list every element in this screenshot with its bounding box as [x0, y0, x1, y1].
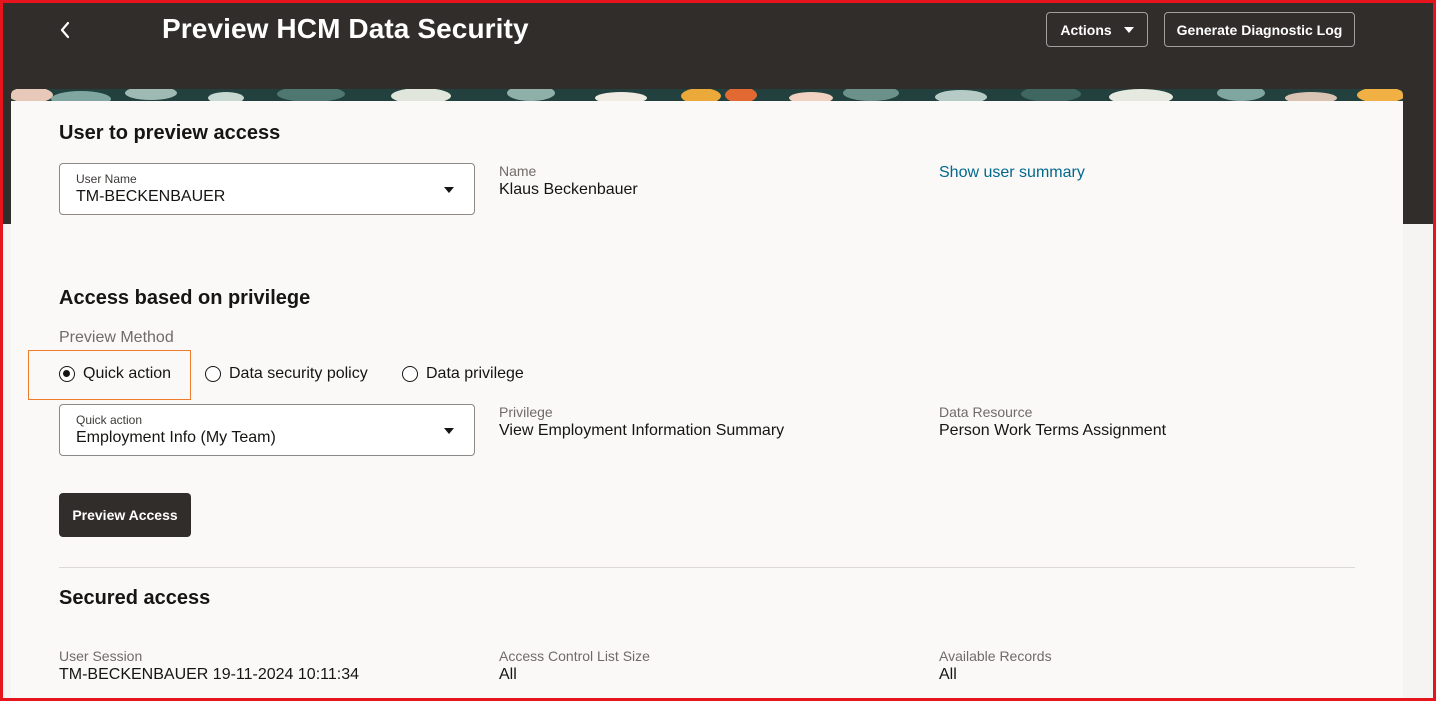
background-strip-right	[1403, 224, 1436, 701]
radio-unselected-icon	[402, 366, 418, 382]
caret-down-icon	[444, 428, 454, 434]
data-resource-value: Person Work Terms Assignment	[939, 422, 1167, 439]
section-title-user: User to preview access	[59, 122, 281, 144]
data-resource-label: Data Resource	[939, 404, 1033, 420]
preview-access-button[interactable]: Preview Access	[59, 493, 191, 537]
name-label: Name	[499, 163, 537, 179]
radio-quick-action-label: Quick action	[83, 365, 172, 382]
decorative-banner	[11, 89, 1403, 101]
radio-unselected-icon	[205, 366, 221, 382]
user-session-value: TM-BECKENBAUER 19-11-2024 10:11:34	[59, 666, 359, 683]
user-name-select-label: User Name	[76, 172, 137, 186]
actions-label: Actions	[1060, 21, 1112, 38]
radio-selected-icon	[59, 366, 75, 382]
section-divider	[59, 567, 1355, 568]
acl-size-label: Access Control List Size	[499, 648, 650, 664]
radio-data-security-policy[interactable]: Data security policy	[205, 365, 368, 383]
privilege-label: Privilege	[499, 404, 553, 420]
preview-method-label: Preview Method	[59, 329, 174, 346]
caret-down-icon	[1123, 26, 1134, 33]
radio-data-security-policy-label: Data security policy	[229, 365, 368, 382]
quick-action-select-label: Quick action	[76, 413, 143, 427]
user-session-label: User Session	[59, 648, 143, 664]
available-records-value: All	[939, 666, 957, 683]
chevron-left-icon	[60, 21, 70, 39]
quick-action-select-value: Employment Info (My Team)	[76, 429, 276, 446]
radio-data-privilege[interactable]: Data privilege	[402, 365, 524, 383]
banner-pattern-icon	[11, 89, 1403, 101]
name-value: Klaus Beckenbauer	[499, 181, 638, 198]
background-strip-left	[0, 224, 11, 701]
actions-menu-button[interactable]: Actions	[1046, 12, 1148, 47]
radio-quick-action[interactable]: Quick action	[59, 365, 171, 383]
generate-diagnostic-log-button[interactable]: Generate Diagnostic Log	[1164, 12, 1355, 47]
acl-size-value: All	[499, 666, 517, 683]
available-records-label: Available Records	[939, 648, 1052, 664]
section-title-privilege: Access based on privilege	[59, 287, 311, 309]
show-user-summary-link[interactable]: Show user summary	[939, 164, 1085, 182]
radio-data-privilege-label: Data privilege	[426, 365, 524, 382]
privilege-value: View Employment Information Summary	[499, 422, 785, 439]
page-title: Preview HCM Data Security	[162, 13, 529, 44]
user-name-select[interactable]: User Name TM-BECKENBAUER	[59, 163, 475, 215]
quick-action-select[interactable]: Quick action Employment Info (My Team)	[59, 404, 475, 456]
user-name-select-value: TM-BECKENBAUER	[76, 188, 226, 205]
back-button[interactable]	[50, 14, 80, 46]
caret-down-icon	[444, 187, 454, 193]
section-title-secured: Secured access	[59, 587, 211, 609]
